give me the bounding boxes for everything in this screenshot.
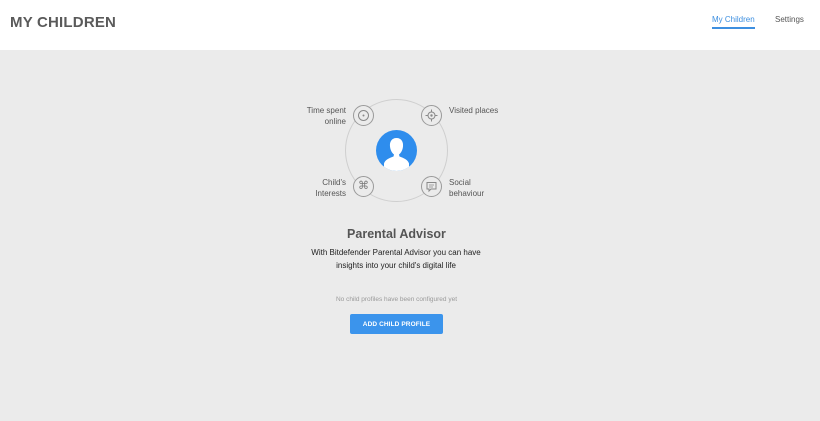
- tab-settings[interactable]: Settings: [775, 15, 804, 27]
- advisor-title: Parental Advisor: [347, 227, 446, 241]
- main-content: ⌘ Time spent online Visited places Child…: [0, 50, 820, 421]
- child-avatar: [376, 130, 417, 171]
- location-target-icon: [421, 105, 442, 126]
- feature-label-time-spent: Time spent online: [306, 106, 346, 126]
- empty-state-note: No child profiles have been configured y…: [335, 296, 458, 303]
- page-title: MY CHILDREN: [10, 14, 117, 31]
- user-silhouette-icon: [384, 138, 409, 171]
- header-bar: MY CHILDREN My Children Settings: [0, 0, 820, 50]
- chat-icon: [421, 176, 442, 197]
- clock-icon: [353, 105, 374, 126]
- command-icon: ⌘: [353, 176, 374, 197]
- feature-label-interests: Child's Interests: [315, 178, 346, 198]
- feature-label-social: Social behaviour: [449, 178, 485, 198]
- tab-my-children[interactable]: My Children: [712, 15, 755, 29]
- feature-label-visited-places: Visited places: [449, 106, 499, 115]
- advisor-description: With Bitdefender Parental Advisor you ca…: [311, 248, 481, 270]
- add-child-profile-button[interactable]: ADD CHILD PROFILE: [350, 314, 443, 334]
